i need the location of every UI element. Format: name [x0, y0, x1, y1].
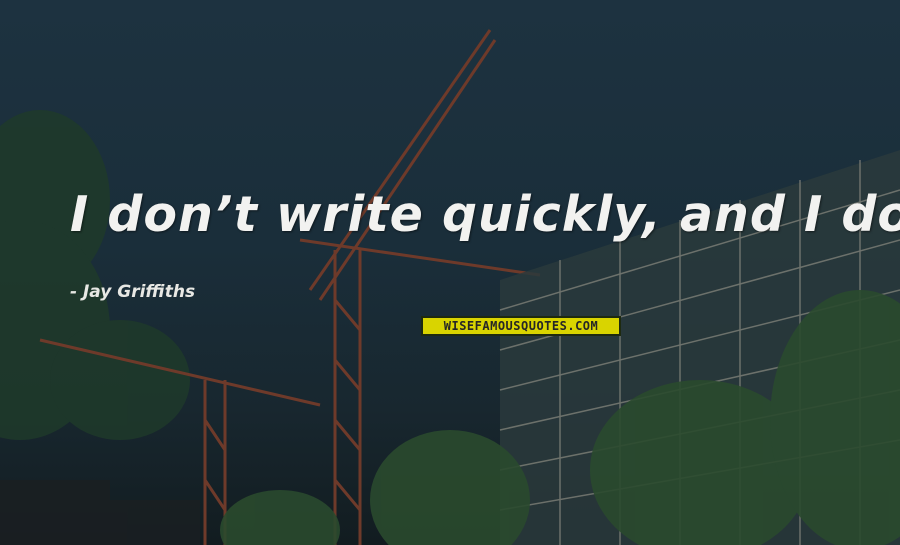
construction-background	[0, 29, 900, 545]
quote-image: I don’t write quickly, and I don’t want …	[0, 0, 900, 545]
low-buildings	[0, 480, 200, 545]
tree-left	[0, 110, 190, 440]
quote-author: - Jay Griffiths	[70, 282, 196, 302]
watermark-badge: WISEFAMOUSQUOTES.COM	[421, 316, 621, 336]
quote-text: I don’t write quickly, and I don’t want …	[70, 186, 900, 243]
